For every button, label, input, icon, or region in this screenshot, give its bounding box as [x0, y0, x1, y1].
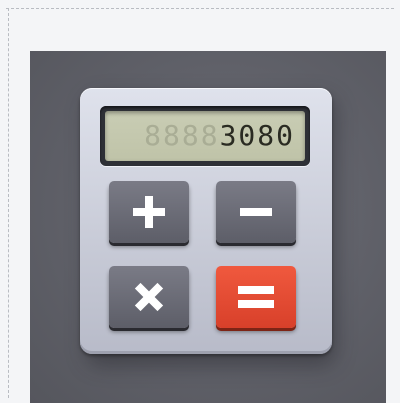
page-background: 88883080	[0, 0, 400, 403]
display-digits: 88883080	[144, 119, 295, 153]
display-ghost-digits: 8888	[144, 119, 220, 152]
times-icon	[134, 282, 164, 312]
display-value: 3080	[219, 119, 295, 152]
lcd-display: 88883080	[105, 111, 305, 161]
minus-icon	[240, 208, 272, 216]
calculator-icon: 88883080	[80, 88, 332, 354]
plus-key	[109, 181, 189, 243]
times-key	[109, 266, 189, 328]
plus-icon	[133, 196, 165, 228]
dashed-border-left	[8, 8, 9, 398]
equals-key	[216, 266, 296, 328]
equals-icon	[238, 286, 274, 308]
display-bezel: 88883080	[100, 106, 310, 166]
dashed-border-top	[6, 8, 394, 9]
minus-key	[216, 181, 296, 243]
